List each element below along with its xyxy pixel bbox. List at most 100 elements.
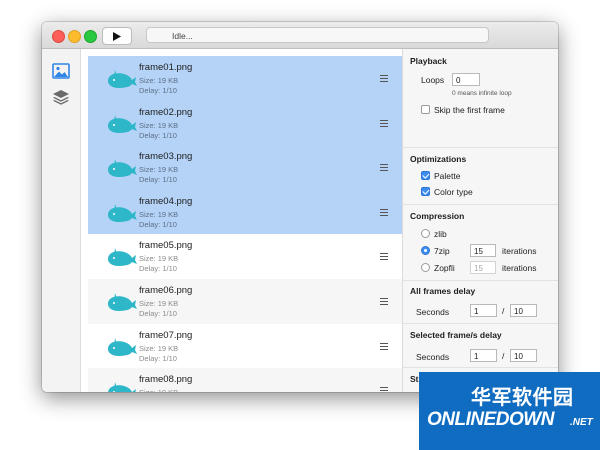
frame-delay: Delay: 1/10: [139, 264, 177, 274]
optimizations-section: Optimizations Palette Color type: [403, 147, 558, 205]
drag-handle-icon[interactable]: [380, 387, 388, 392]
7zip-iterations-input[interactable]: 15: [470, 244, 496, 257]
skip-first-frame-label: Skip the first frame: [434, 105, 505, 115]
frame-size: Size: 19 KB: [139, 209, 179, 219]
loops-label: Loops: [421, 75, 445, 85]
color-type-checkbox[interactable]: [421, 187, 430, 196]
frame-name: frame03.png: [139, 151, 193, 163]
selected-frames-delay-section: Selected frame/s delay Seconds 1 / 10: [403, 323, 558, 368]
frame-row[interactable]: frame02.png Size: 19 KB Delay: 1/10: [88, 100, 402, 146]
frame-delay: Delay: 1/10: [139, 308, 177, 318]
zopfli-iterations-label: iterations: [502, 263, 537, 273]
frame-delay: Delay: 1/10: [139, 86, 177, 95]
drag-handle-icon[interactable]: [380, 253, 388, 261]
palette-label: Palette: [434, 171, 461, 181]
app-window: Idle... frame01.png Size: 19 KB Delay: 1/1…: [42, 22, 558, 392]
loops-hint: 0 means infinite loop: [452, 90, 512, 97]
frame-row[interactable]: frame03.png Size: 19 KB Delay: 1/10: [88, 145, 402, 190]
7zip-radio[interactable]: [421, 246, 430, 255]
watermark-logo: 华军软件园 ONLINEDOWN .NET: [419, 372, 600, 450]
frame-name: frame05.png: [139, 240, 193, 252]
whale-thumbnail-icon: [108, 382, 136, 392]
all-delay-denominator-input[interactable]: 10: [510, 304, 537, 317]
7zip-iterations-label: iterations: [502, 246, 537, 256]
zopfli-label: Zopfli: [434, 263, 455, 273]
optimizations-title: Optimizations: [410, 154, 467, 164]
frame-delay: Delay: 1/10: [139, 175, 177, 185]
drag-handle-icon[interactable]: [380, 208, 388, 216]
image-icon[interactable]: [52, 63, 70, 79]
playback-title: Playback: [410, 56, 447, 66]
watermark-brand-text: ONLINEDOWN: [427, 409, 554, 430]
all-delay-numerator-input[interactable]: 1: [470, 304, 497, 317]
close-window-button[interactable]: [52, 30, 65, 43]
color-type-label: Color type: [434, 187, 473, 197]
frame-size: Size: 19 KB: [139, 254, 179, 264]
frame-row[interactable]: frame08.pngSize: 19 KBDelay: 1/10: [88, 368, 402, 392]
all-delay-seconds-label: Seconds: [416, 307, 450, 317]
frame-row[interactable]: frame06.png Size: 19 KB Delay: 1/10: [88, 278, 402, 324]
frame-list[interactable]: frame01.png Size: 19 KB Delay: 1/10 frame02…: [88, 56, 402, 392]
selected-delay-denominator-input[interactable]: 10: [510, 349, 537, 362]
frame-size: Size: 19 KB: [139, 120, 179, 130]
whale-thumbnail-icon: [108, 70, 137, 88]
minimize-window-button[interactable]: [68, 30, 81, 43]
7zip-label: 7zip: [434, 246, 450, 256]
whale-thumbnail-icon: [108, 203, 137, 222]
drag-handle-icon[interactable]: [380, 75, 388, 82]
frame-delay: Delay: 1/10: [139, 353, 177, 363]
zoom-window-button[interactable]: [84, 30, 97, 43]
palette-checkbox[interactable]: [421, 171, 430, 180]
frame-size: Size: 19 KB: [139, 298, 179, 308]
watermark-suffix-text: .NET: [570, 417, 593, 428]
play-button[interactable]: [102, 27, 132, 45]
frame-name: frame08.png: [139, 374, 193, 386]
selected-delay-slash: /: [502, 351, 505, 361]
zopfli-radio[interactable]: [421, 263, 430, 272]
drag-handle-icon[interactable]: [380, 297, 388, 305]
compression-section: Compression zlib 7zip 15 iterations Zopf…: [403, 204, 558, 281]
whale-thumbnail-icon: [108, 159, 137, 178]
zopfli-iterations-input[interactable]: 15: [470, 261, 496, 274]
compression-title: Compression: [410, 211, 465, 221]
settings-panel: Playback Loops 0 0 means infinite loop S…: [402, 49, 558, 392]
frame-row[interactable]: frame01.png Size: 19 KB Delay: 1/10: [88, 56, 402, 101]
all-delay-slash: /: [502, 306, 505, 316]
frame-delay: Delay: 1/10: [139, 130, 177, 140]
drag-handle-icon[interactable]: [380, 119, 388, 127]
frame-row[interactable]: frame04.png Size: 19 KB Delay: 1/10: [88, 189, 402, 235]
whale-thumbnail-icon: [108, 337, 137, 356]
layers-icon[interactable]: [52, 89, 70, 105]
frame-name: frame07.png: [139, 329, 193, 341]
frame-name: frame06.png: [139, 284, 193, 296]
frame-name: frame02.png: [139, 106, 193, 118]
frame-name: frame01.png: [139, 62, 193, 73]
whale-thumbnail-icon: [108, 114, 137, 133]
selected-delay-numerator-input[interactable]: 1: [470, 349, 497, 362]
status-field: Idle...: [146, 27, 489, 43]
whale-thumbnail-icon: [108, 248, 137, 267]
playback-section: Playback Loops 0 0 means infinite loop S…: [403, 49, 558, 147]
frame-size: Size: 19 KB: [139, 76, 179, 85]
frame-size: Size: 19 KB: [139, 165, 179, 175]
frame-delay: Delay: 1/10: [139, 219, 177, 229]
title-bar: Idle...: [42, 22, 558, 49]
loops-input[interactable]: 0: [452, 73, 480, 86]
frame-size: Size: 19 KB: [139, 388, 178, 392]
frame-size: Size: 19 KB: [139, 343, 179, 353]
selected-delay-seconds-label: Seconds: [416, 352, 450, 362]
selected-frames-delay-title: Selected frame/s delay: [410, 330, 502, 340]
zlib-radio[interactable]: [421, 229, 430, 238]
skip-first-frame-checkbox[interactable]: [421, 105, 430, 114]
frame-row[interactable]: frame05.png Size: 19 KB Delay: 1/10: [88, 234, 402, 279]
sidebar: [42, 49, 81, 392]
play-icon: [113, 31, 121, 41]
frame-name: frame04.png: [139, 195, 193, 207]
frame-row[interactable]: frame07.png Size: 19 KB Delay: 1/10: [88, 324, 402, 369]
whale-thumbnail-icon: [108, 292, 137, 311]
watermark-chinese-text: 华军软件园: [471, 387, 574, 409]
drag-handle-icon[interactable]: [380, 342, 388, 350]
all-frames-delay-title: All frames delay: [410, 286, 476, 296]
drag-handle-icon[interactable]: [380, 164, 388, 172]
all-frames-delay-section: All frames delay Seconds 1 / 10: [403, 280, 558, 324]
